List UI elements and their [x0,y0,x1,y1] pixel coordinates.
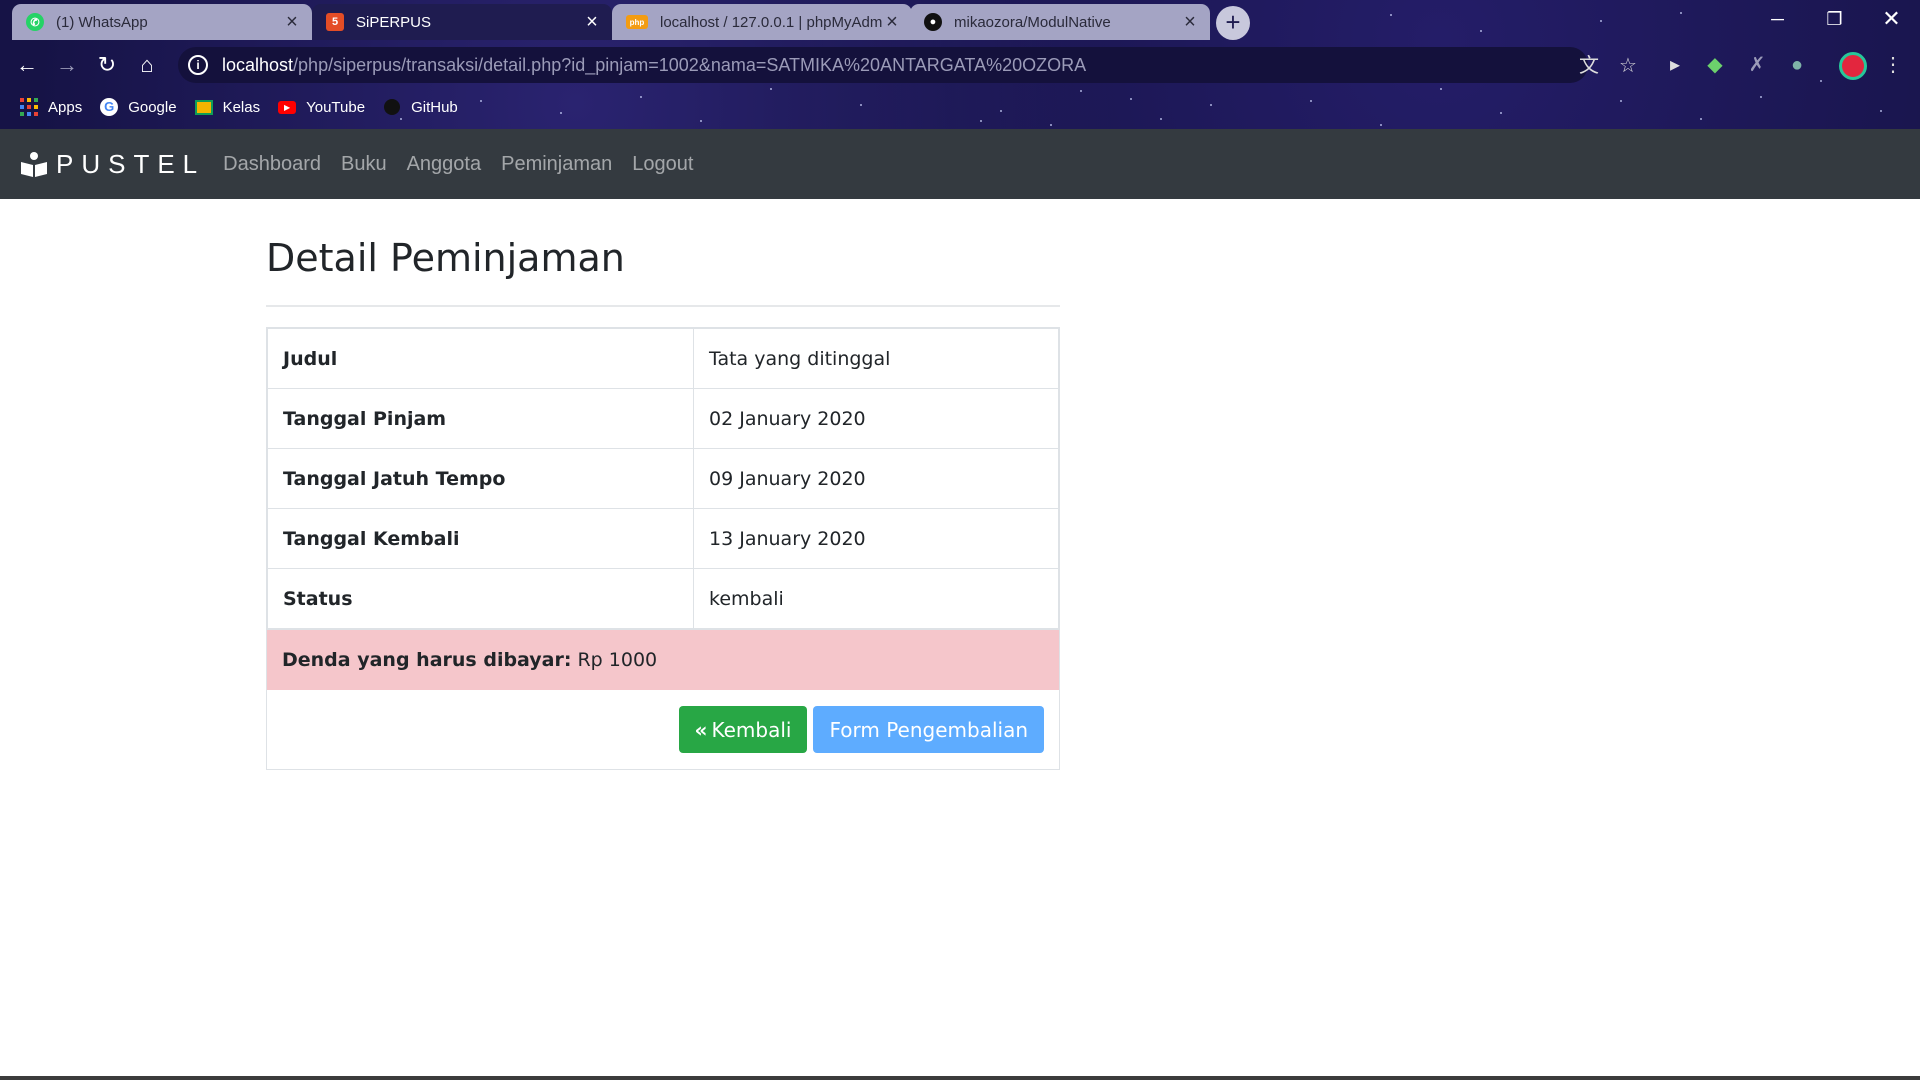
bookmarks-bar: Apps G Google Kelas ▶ YouTube GitHub [0,92,1920,122]
row-label: Tanggal Pinjam [267,388,694,449]
return-form-button[interactable]: Form Pengembalian [813,706,1044,753]
double-chevron-left-icon: « [694,717,708,742]
menu-kebab-icon[interactable]: ⋮ [1878,50,1908,80]
star-decoration [1050,124,1052,126]
row-value: 13 January 2020 [693,508,1059,569]
tab-siperpus[interactable]: 5 SiPERPUS × [312,4,612,40]
tab-title: mikaozora/ModulNative [954,13,1111,31]
site-info-icon[interactable]: i [188,55,208,75]
tab-title: (1) WhatsApp [56,13,148,31]
close-tab-icon[interactable]: × [882,12,902,32]
bookmark-star-icon[interactable]: ☆ [1613,51,1643,81]
forward-icon[interactable]: → [52,50,82,80]
minimize-icon[interactable]: ─ [1749,0,1806,40]
table-row: Judul Tata yang ditinggal [267,328,1059,389]
url-text: localhost/php/siperpus/transaksi/detail.… [222,54,1087,75]
google-icon: G [100,98,119,116]
tab-whatsapp[interactable]: ✆ (1) WhatsApp × [12,4,312,40]
close-window-icon[interactable]: ✕ [1863,0,1920,40]
close-tab-icon[interactable]: × [582,12,602,32]
taskbar-edge [0,1076,1920,1080]
tab-title: SiPERPUS [356,13,432,31]
card-actions: « Kembali Form Pengembalian [267,690,1059,769]
bookmark-label: Apps [48,98,83,116]
table-row: Tanggal Pinjam 02 January 2020 [267,388,1059,449]
new-tab-button[interactable]: + [1216,6,1250,40]
bookmark-label: Kelas [222,98,261,116]
bookmark-youtube[interactable]: ▶ YouTube [278,98,365,116]
extension-x-icon[interactable]: ✗ [1742,50,1772,80]
brand[interactable]: PUSTEL [20,149,205,180]
address-bar[interactable]: i localhost/php/siperpus/transaksi/detai… [178,47,1637,83]
fine-value: Rp 1000 [577,649,658,671]
youtube-icon: ▶ [278,98,297,116]
bookmark-github[interactable]: GitHub [383,98,458,116]
fine-label: Denda yang harus dibayar: [282,649,572,671]
star-decoration [1380,124,1382,126]
tab-github[interactable]: ● mikaozora/ModulNative × [910,4,1210,40]
nav-links: Dashboard Buku Anggota Peminjaman Logout [213,153,703,176]
page-title: Detail Peminjaman [266,236,625,280]
close-tab-icon[interactable]: × [1180,12,1200,32]
phpmyadmin-icon: php [626,15,648,29]
back-button-label: Kembali [711,717,792,742]
row-label: Tanggal Jatuh Tempo [267,448,694,509]
row-label: Status [267,568,694,629]
row-value: 02 January 2020 [693,388,1059,449]
back-icon[interactable]: ← [12,50,42,80]
github-icon [383,98,401,116]
divider [266,305,1060,307]
browser-chrome: ✆ (1) WhatsApp × 5 SiPERPUS × php localh… [0,0,1920,129]
classroom-icon [194,98,213,116]
whatsapp-icon: ✆ [26,13,44,31]
row-label: Tanggal Kembali [267,508,694,569]
nav-link-peminjaman[interactable]: Peminjaman [491,153,622,176]
tab-title: localhost / 127.0.0.1 | phpMyAdmin [660,13,882,31]
bookmark-label: GitHub [411,98,458,116]
bookmark-apps[interactable]: Apps [20,98,82,116]
translate-icon[interactable]: 文 [1574,51,1604,81]
bookmark-google[interactable]: G Google [100,98,177,116]
table-row: Tanggal Jatuh Tempo 09 January 2020 [267,448,1059,509]
browser-toolbar: ← → ↻ ⌂ i localhost/php/siperpus/transak… [0,44,1920,86]
nav-link-buku[interactable]: Buku [331,153,397,176]
bookmark-kelas[interactable]: Kelas [194,98,261,116]
book-logo-icon [21,152,47,177]
brand-name: PUSTEL [56,148,206,179]
star-decoration [770,88,772,90]
tab-phpmyadmin[interactable]: php localhost / 127.0.0.1 | phpMyAdmin × [612,4,912,40]
nav-link-logout[interactable]: Logout [622,153,703,176]
fine-alert: Denda yang harus dibayar: Rp 1000 [267,629,1059,690]
apps-grid-icon [20,98,38,116]
github-icon: ● [924,13,942,31]
star-decoration [1440,88,1442,90]
nav-link-anggota[interactable]: Anggota [397,153,492,176]
row-value: Tata yang ditinggal [693,328,1059,389]
tab-strip: ✆ (1) WhatsApp × 5 SiPERPUS × php localh… [0,0,1920,40]
profile-avatar[interactable] [1838,50,1868,80]
html5-icon: 5 [326,13,344,31]
table-row: Status kembali [267,568,1059,629]
extension-cat-icon[interactable]: ● [1782,50,1812,80]
nav-link-dashboard[interactable]: Dashboard [213,153,331,176]
cast-icon[interactable]: ▸ [1660,50,1690,80]
reload-icon[interactable]: ↻ [92,50,122,80]
main-content: Detail Peminjaman Judul Tata yang diting… [266,199,1060,770]
bookmark-label: Google [128,98,177,116]
extension-icon[interactable]: ◆ [1700,50,1730,80]
table-row: Tanggal Kembali 13 January 2020 [267,508,1059,569]
site-navbar: PUSTEL Dashboard Buku Anggota Peminjaman… [0,129,1920,199]
home-icon[interactable]: ⌂ [132,50,162,80]
back-button[interactable]: « Kembali [678,706,808,753]
row-label: Judul [267,328,694,389]
restore-icon[interactable]: ❐ [1806,0,1863,40]
loan-detail-card: Judul Tata yang ditinggal Tanggal Pinjam… [266,327,1060,770]
row-value: 09 January 2020 [693,448,1059,509]
close-tab-icon[interactable]: × [282,12,302,32]
loan-detail-table: Judul Tata yang ditinggal Tanggal Pinjam… [267,328,1059,629]
row-value: kembali [693,568,1059,629]
bookmark-label: YouTube [306,98,366,116]
